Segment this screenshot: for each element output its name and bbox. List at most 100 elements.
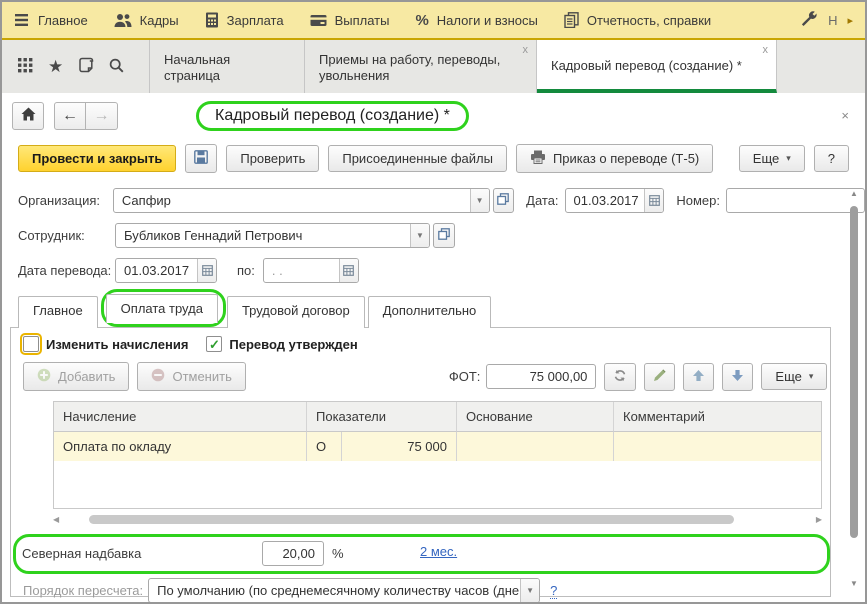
menu-item-settings-truncated[interactable]: Н — [828, 13, 837, 28]
scroll-down-icon[interactable]: ▼ — [850, 580, 858, 588]
cell-accrual: Оплата по окладу — [54, 432, 307, 461]
table-empty-area — [54, 461, 821, 508]
transfer-to-input[interactable]: . . — [263, 258, 359, 283]
change-accruals-checkbox[interactable]: Изменить начисления — [23, 336, 188, 352]
history-icon[interactable] — [78, 57, 94, 76]
scroll-left-icon[interactable]: ◀ — [53, 516, 59, 524]
main-menubar: Главное Кадры Зарплата Выплаты % Налоги … — [2, 2, 865, 40]
vertical-scrollbar[interactable]: ▲ ▼ — [848, 190, 860, 588]
organization-open-button[interactable] — [493, 188, 515, 213]
combo-dropdown-button[interactable]: ▼ — [410, 224, 429, 247]
back-button[interactable]: ← — [54, 102, 86, 130]
open-icon — [438, 228, 450, 243]
northern-allowance-input[interactable]: 20,00 — [262, 541, 324, 566]
transfer-date-input[interactable]: 01.03.2017 — [115, 258, 217, 283]
tab-pay[interactable]: Оплата труда — [106, 294, 218, 323]
column-header-indicators[interactable]: Показатели — [307, 402, 457, 432]
transfer-date-row: Дата перевода: 01.03.2017 по: . . — [2, 257, 865, 283]
horizontal-scroll-thumb[interactable] — [89, 515, 734, 524]
transfer-approved-checkbox[interactable]: ✓ Перевод утвержден — [206, 336, 357, 352]
post-and-close-button[interactable]: Провести и закрыть — [18, 145, 176, 172]
tab-main[interactable]: Главное — [18, 296, 98, 328]
form-close-icon[interactable]: × — [841, 108, 849, 123]
menu-item-taxes[interactable]: % Налоги и взносы — [415, 12, 537, 29]
close-icon[interactable]: x — [523, 45, 529, 56]
employee-combobox[interactable]: Бубликов Геннадий Петрович ▼ — [115, 223, 430, 248]
check-button[interactable]: Проверить — [226, 145, 319, 172]
attached-files-button[interactable]: Присоединенные файлы — [328, 145, 507, 172]
calendar-button[interactable] — [339, 259, 358, 282]
checkbox-row: Изменить начисления ✓ Перевод утвержден — [11, 334, 830, 358]
menu-overflow-arrow-icon[interactable]: ▸ — [847, 14, 853, 27]
refresh-button[interactable] — [604, 363, 636, 391]
tab-personnel-transfer[interactable]: Кадровый перевод (создание) * x — [537, 40, 777, 93]
apps-grid-icon[interactable] — [18, 58, 33, 76]
button-label: Отменить — [172, 369, 231, 384]
combo-dropdown-button[interactable]: ▼ — [470, 189, 489, 212]
help-button[interactable]: ? — [814, 145, 849, 172]
menu-item-payments[interactable]: Выплаты — [310, 13, 390, 28]
calendar-button[interactable] — [644, 189, 663, 212]
home-icon — [21, 107, 36, 124]
recalc-row: Порядок пересчета: По умолчанию (по сред… — [11, 578, 830, 603]
search-icon[interactable] — [109, 58, 124, 76]
open-icon — [497, 193, 509, 208]
transfer-order-button[interactable]: Приказ о переводе (Т-5) — [516, 144, 713, 173]
menu-item-reports[interactable]: Отчетность, справки — [564, 12, 711, 28]
add-row-button[interactable]: Добавить — [23, 362, 129, 391]
tab-additional[interactable]: Дополнительно — [368, 296, 492, 328]
scroll-up-icon[interactable]: ▲ — [850, 190, 858, 198]
scroll-right-icon[interactable]: ▶ — [816, 516, 822, 524]
vertical-scroll-thumb[interactable] — [850, 206, 858, 538]
employee-label: Сотрудник: — [18, 228, 115, 243]
calendar-button[interactable] — [197, 259, 216, 282]
wrench-icon[interactable] — [801, 11, 818, 30]
move-down-button[interactable] — [722, 363, 753, 391]
move-up-button[interactable] — [683, 363, 714, 391]
menu-item-main[interactable]: Главное — [14, 13, 88, 28]
close-icon[interactable]: x — [763, 45, 769, 56]
form-title: Кадровый перевод (создание) * — [215, 107, 450, 124]
annotation-oval-pay-tab: Оплата труда — [101, 289, 226, 327]
months-link[interactable]: 2 мес. — [420, 544, 457, 559]
employee-open-button[interactable] — [433, 223, 455, 248]
organization-combobox[interactable]: Сапфир ▼ — [113, 188, 490, 213]
column-header-comment[interactable]: Комментарий — [614, 402, 821, 432]
column-header-accrual[interactable]: Начисление — [54, 402, 307, 432]
pencil-icon — [653, 369, 666, 385]
table-header-row: Начисление Показатели Основание Коммента… — [54, 402, 821, 432]
tab-home-page[interactable]: Начальная страница — [150, 40, 305, 93]
forward-button[interactable]: → — [86, 102, 118, 130]
cancel-row-button[interactable]: Отменить — [137, 362, 245, 391]
column-header-basis[interactable]: Основание — [457, 402, 614, 432]
save-button[interactable] — [185, 144, 217, 173]
tab-hires-transfers[interactable]: Приемы на работу, переводы, увольнения x — [305, 40, 537, 93]
number-input[interactable] — [726, 188, 865, 213]
menu-item-label: Выплаты — [335, 13, 390, 28]
more-button[interactable]: Еще▾ — [739, 145, 805, 172]
menu-item-salary[interactable]: Зарплата — [205, 12, 284, 28]
home-button[interactable] — [12, 102, 44, 130]
percent-icon: % — [415, 12, 428, 29]
horizontal-scrollbar[interactable]: ◀ ▶ — [53, 513, 822, 526]
chevron-down-icon: ▼ — [416, 231, 424, 240]
table-more-button[interactable]: Еще▾ — [761, 363, 827, 390]
tab-contract[interactable]: Трудовой договор — [227, 296, 365, 328]
hamburger-icon — [14, 13, 30, 27]
edit-button[interactable] — [644, 363, 675, 391]
recalc-dropdown[interactable]: По умолчанию (по среднемесячному количес… — [148, 578, 540, 603]
chevron-down-icon[interactable]: ▼ — [520, 579, 539, 602]
menu-item-hr[interactable]: Кадры — [114, 13, 179, 28]
table-row[interactable]: Оплата по окладу О 75 000 — [54, 432, 821, 461]
transfer-to-label: по: — [237, 263, 255, 278]
transfer-to-value: . . — [264, 263, 339, 278]
wallet-icon — [310, 14, 327, 27]
fot-input[interactable]: 75 000,00 — [486, 364, 596, 389]
star-icon[interactable]: ★ — [48, 58, 63, 75]
cell-amount: 75 000 — [342, 432, 457, 461]
nav-history-group: ← → — [54, 102, 118, 130]
recalc-value: По умолчанию (по среднемесячному количес… — [149, 583, 520, 598]
date-input[interactable]: 01.03.2017 — [565, 188, 665, 213]
report-icon — [564, 12, 579, 28]
recalc-help-link[interactable]: ? — [550, 583, 557, 599]
